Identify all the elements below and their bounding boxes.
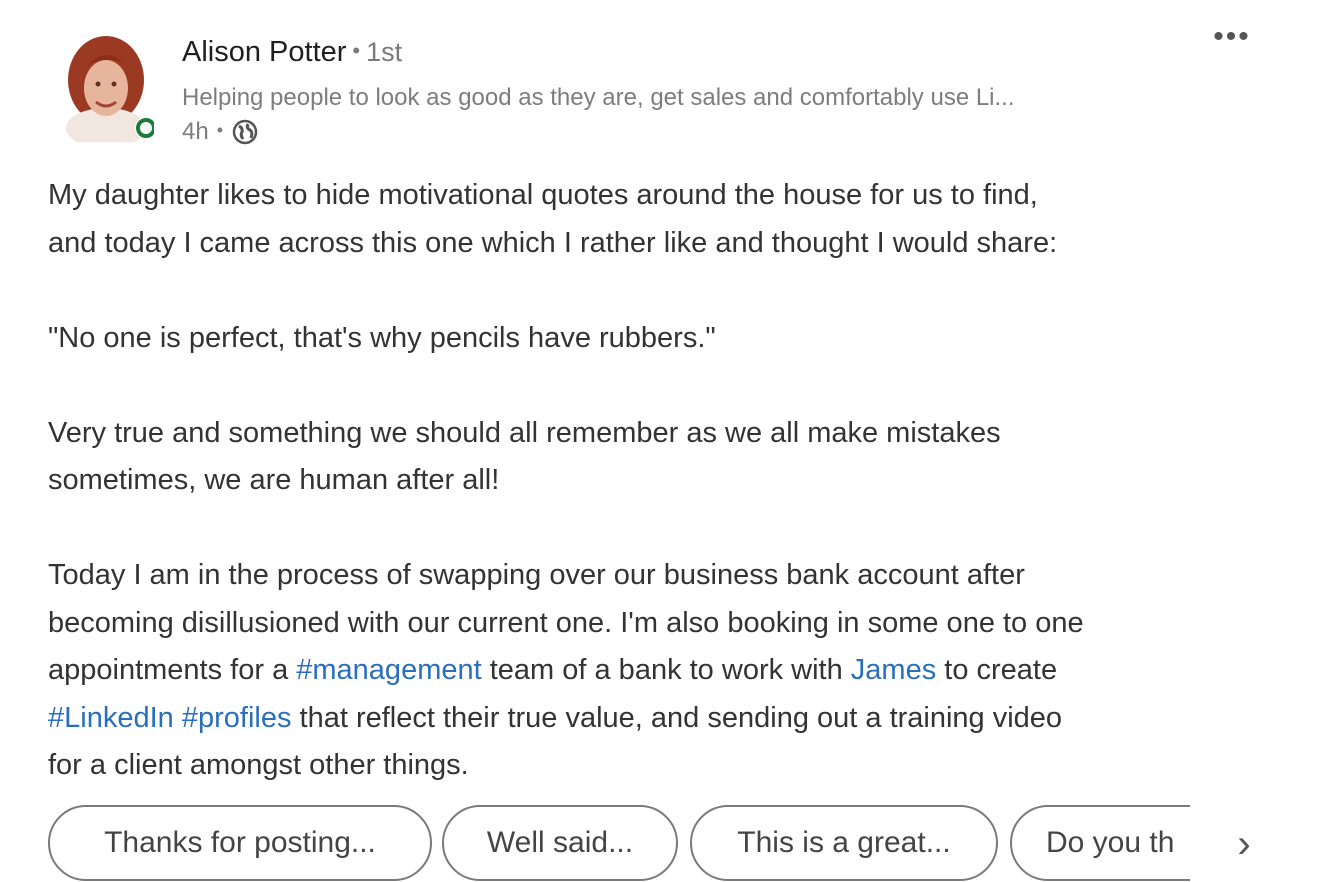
post-line: Very true and something we should all re… bbox=[48, 416, 1001, 449]
text-fragment bbox=[174, 702, 182, 734]
more-icon: ••• bbox=[1213, 20, 1251, 53]
suggested-reply-chip[interactable]: Do you th bbox=[1010, 805, 1190, 881]
chevron-right-icon[interactable]: › bbox=[1222, 818, 1266, 870]
mention-james-link[interactable]: James bbox=[851, 654, 936, 686]
suggested-reply-chip[interactable]: This is a great... bbox=[690, 805, 998, 881]
post-line: and today I came across this one which I… bbox=[48, 226, 1058, 259]
author-line: Alison Potter • 1st bbox=[182, 36, 402, 69]
post-line: becoming disillusioned with our current … bbox=[48, 606, 1084, 639]
author-avatar[interactable] bbox=[62, 30, 154, 142]
post-line: Today I am in the process of swapping ov… bbox=[48, 559, 1025, 591]
globe-icon bbox=[231, 118, 259, 146]
post-meta: 4h • bbox=[182, 118, 259, 146]
post-time: 4h bbox=[182, 118, 209, 145]
post-line: #LinkedIn #profiles that reflect their t… bbox=[48, 695, 1288, 743]
post-line: for a client amongst other things. bbox=[48, 749, 469, 781]
meta-separator: • bbox=[216, 119, 224, 140]
author-headline: Helping people to look as good as they a… bbox=[182, 84, 1015, 111]
text-fragment: team of a bank to work with bbox=[481, 654, 851, 686]
post-body: My daughter likes to hide motivational q… bbox=[48, 172, 1288, 790]
more-options-button[interactable]: ••• bbox=[1202, 22, 1262, 60]
post-line: appointments for a #management team of a… bbox=[48, 647, 1288, 695]
hashtag-profiles-link[interactable]: #profiles bbox=[182, 702, 292, 734]
text-fragment: that reflect their true value, and sendi… bbox=[291, 701, 1063, 734]
connection-degree: 1st bbox=[366, 37, 403, 67]
profile-photo bbox=[66, 36, 154, 142]
suggested-reply-chip[interactable]: Thanks for posting... bbox=[48, 805, 432, 881]
hashtag-linkedin-link[interactable]: #LinkedIn bbox=[48, 702, 174, 734]
feed-post: Alison Potter • 1st Helping people to look… bbox=[0, 0, 1338, 882]
chip-overflow-clip: Do you th bbox=[1010, 805, 1190, 881]
text-fragment: to create bbox=[936, 654, 1058, 686]
post-line: sometimes, we are human after all! bbox=[48, 464, 500, 496]
author-name[interactable]: Alison Potter bbox=[182, 36, 346, 68]
name-separator: • bbox=[352, 38, 361, 63]
text-fragment: appointments for a bbox=[48, 654, 297, 686]
suggested-reply-chip[interactable]: Well said... bbox=[442, 805, 678, 881]
post-quote: "No one is perfect, that's why pencils h… bbox=[48, 321, 716, 354]
post-line: My daughter likes to hide motivational q… bbox=[48, 179, 1038, 211]
suggested-replies: Thanks for posting... Well said... This … bbox=[48, 805, 1258, 881]
hashtag-management-link[interactable]: #management bbox=[296, 654, 481, 686]
